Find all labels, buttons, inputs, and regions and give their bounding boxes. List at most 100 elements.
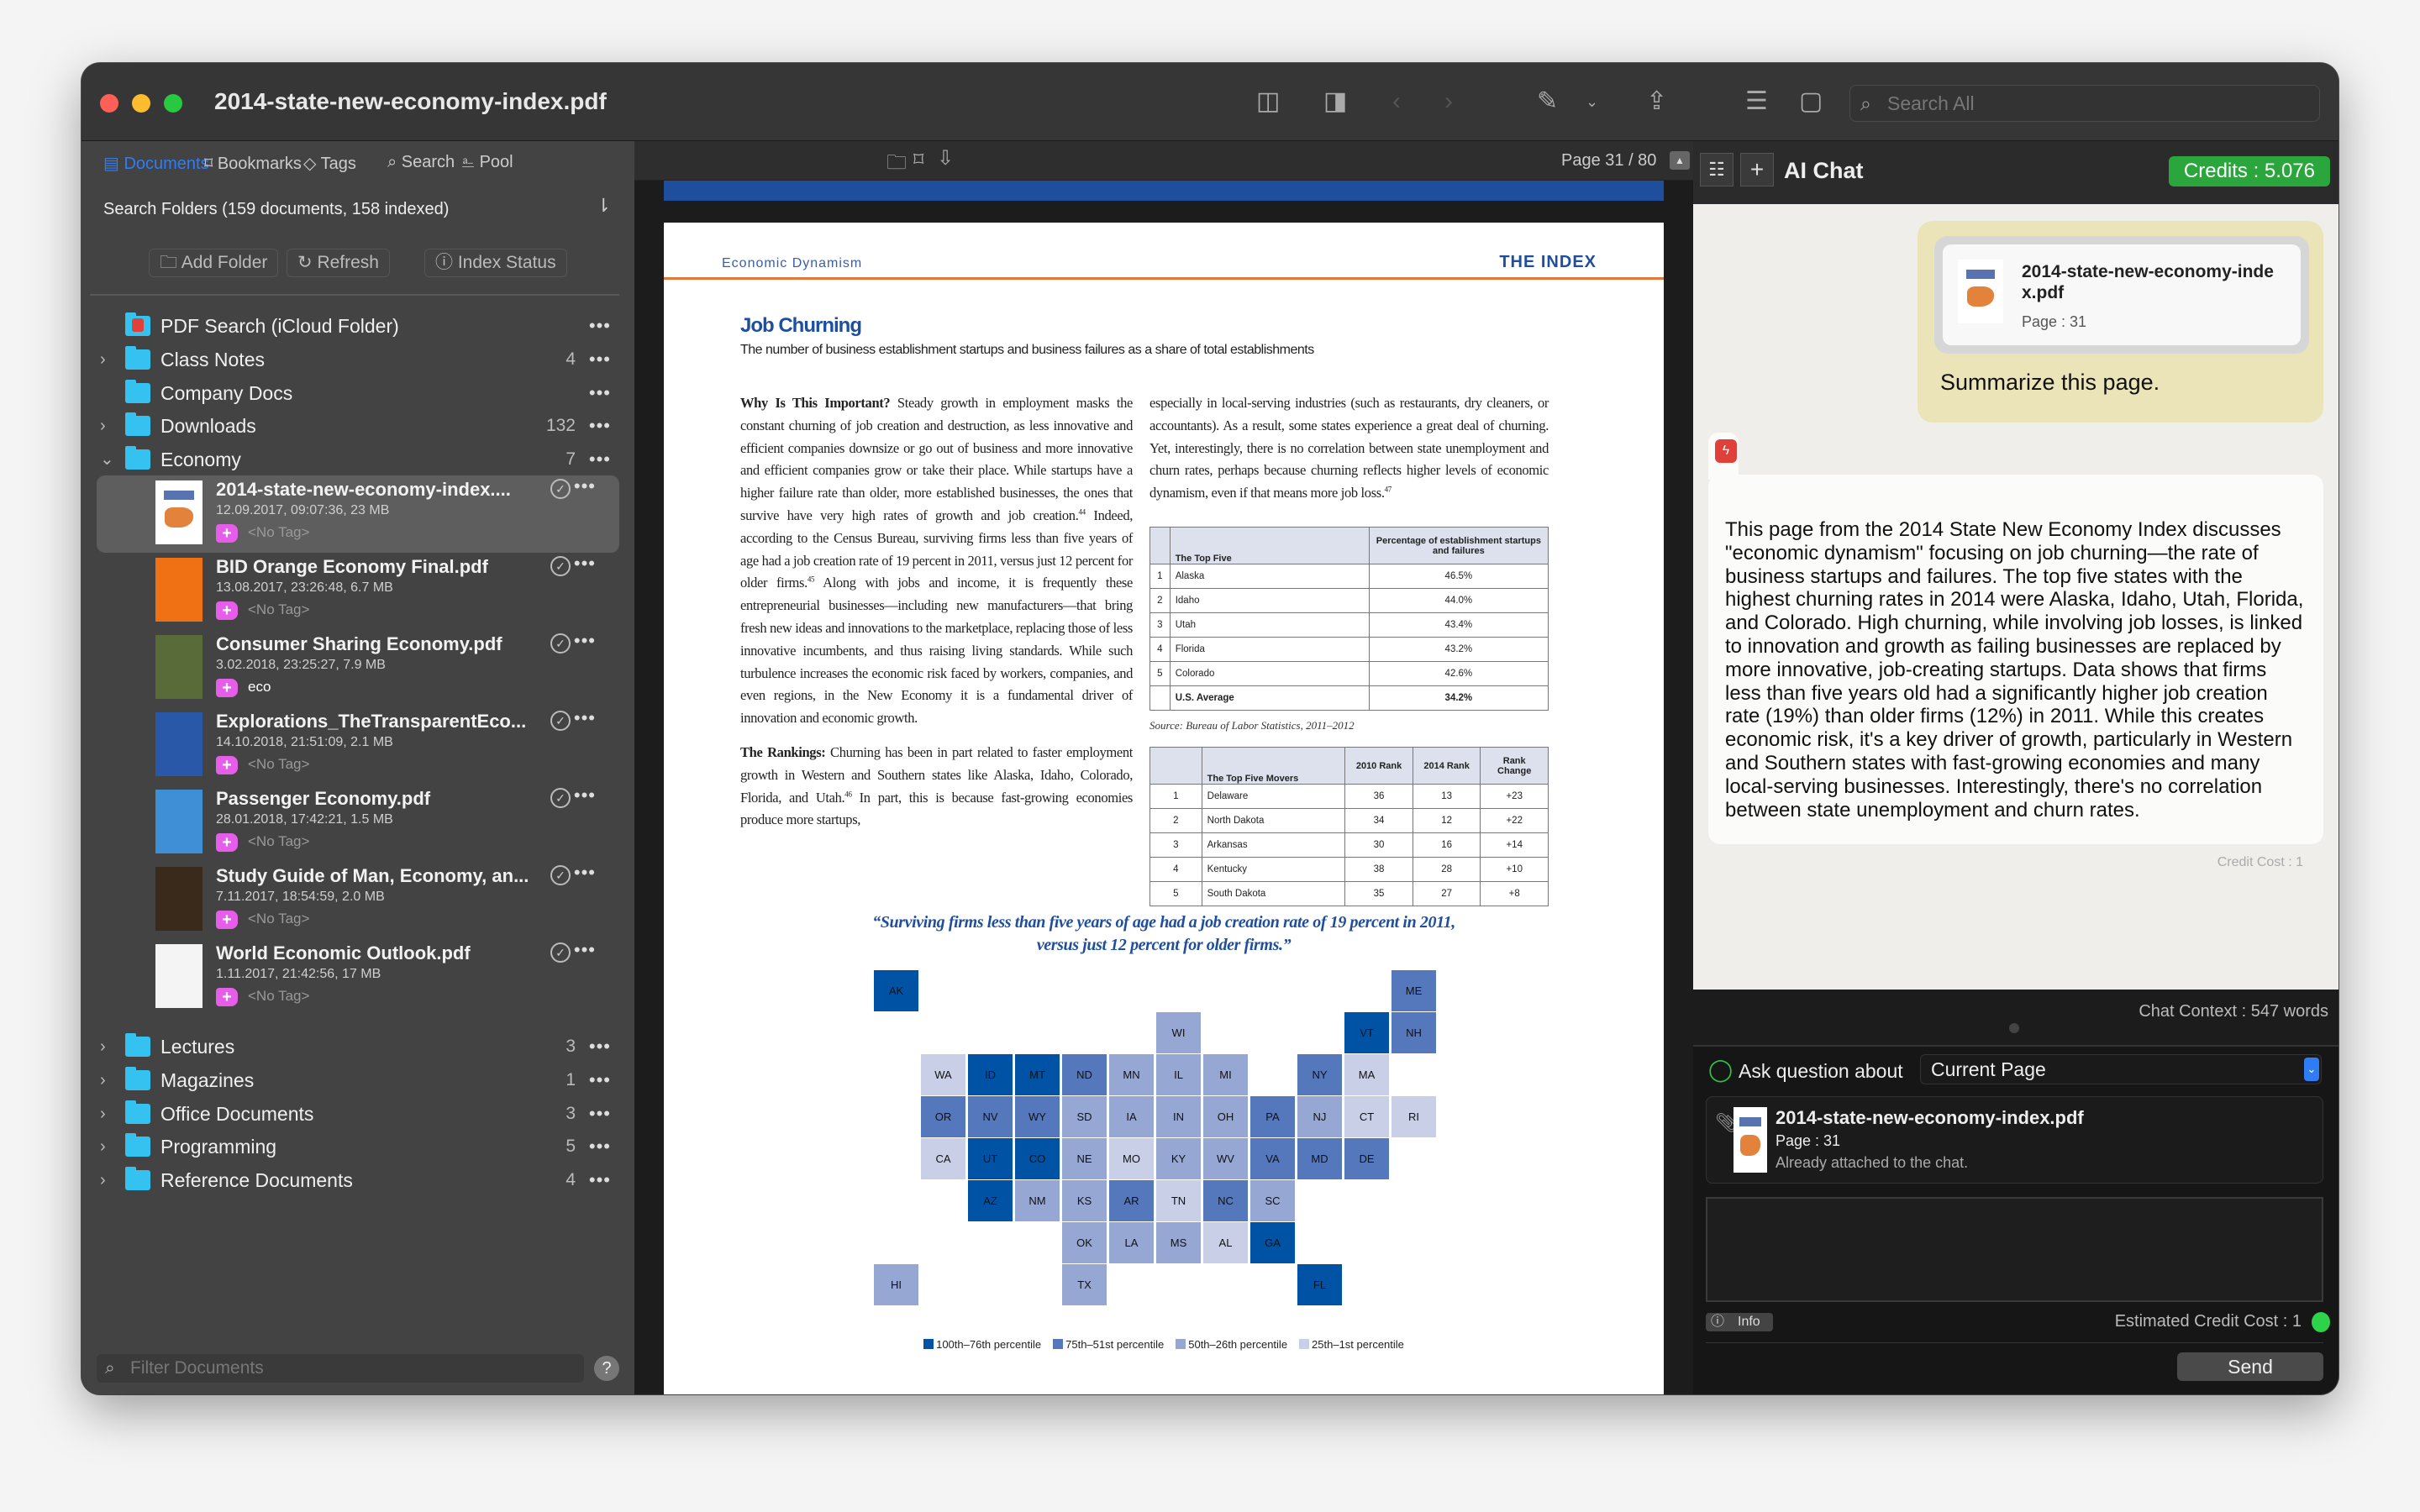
more-icon[interactable]: •••	[589, 1097, 611, 1131]
new-chat-button[interactable]: +	[1740, 153, 1774, 186]
help-button[interactable]: ?	[594, 1356, 619, 1381]
more-icon[interactable]: •••	[589, 1030, 611, 1063]
add-folder-label: Add Folder	[181, 253, 268, 272]
document-item[interactable]: Study Guide of Man, Economy, an... 7.11.2…	[97, 862, 619, 939]
tab-search[interactable]: ⌕ Search	[387, 153, 455, 172]
chevron-right-icon[interactable]: ›	[100, 1030, 106, 1063]
folder-class-notes[interactable]: › Class Notes 4 •••	[82, 343, 634, 376]
search-all-input[interactable]: ⌕ Search All	[1849, 85, 2320, 122]
minimize-button[interactable]	[132, 94, 150, 113]
add-tag-button[interactable]: +	[216, 679, 238, 697]
add-tag-button[interactable]: +	[216, 988, 238, 1006]
split-handle[interactable]	[2009, 1023, 2019, 1033]
document-item[interactable]: World Economic Outlook.pdf 1.11.2017, 21:…	[97, 939, 619, 1016]
folder-company-docs[interactable]: Company Docs •••	[82, 376, 634, 410]
chevron-right-icon[interactable]: ›	[100, 1130, 106, 1163]
more-icon[interactable]: •••	[574, 707, 596, 729]
add-folder-button[interactable]: 🗀 Add Folder	[149, 249, 279, 277]
state-fl: FL	[1297, 1264, 1342, 1305]
table-row: 4 Florida 43.2%	[1150, 637, 1549, 662]
more-icon[interactable]: •••	[574, 630, 596, 652]
scope-select[interactable]: Current Page ⌄	[1920, 1054, 2322, 1084]
more-icon[interactable]: •••	[589, 309, 611, 343]
credits-badge[interactable]: Credits : 5.076	[2168, 156, 2330, 186]
send-button[interactable]: Send	[2177, 1352, 2323, 1381]
document-item[interactable]: Consumer Sharing Economy.pdf 3.02.2018, 2…	[97, 630, 619, 707]
more-icon[interactable]: •••	[589, 376, 611, 410]
chat-message-input[interactable]	[1706, 1197, 2323, 1302]
table-cell: 3	[1150, 612, 1171, 638]
panel-icon[interactable]: ▢	[1799, 87, 1823, 117]
state-sd: SD	[1062, 1096, 1107, 1137]
more-icon[interactable]: •••	[589, 409, 611, 443]
refresh-button[interactable]: ↻ Refresh	[287, 249, 390, 277]
chat-history-icon[interactable]: ☷	[1700, 153, 1733, 186]
add-tag-button[interactable]: +	[216, 601, 238, 620]
add-tag-button[interactable]: +	[216, 756, 238, 774]
folder-reference-documents[interactable]: › Reference Documents 4 •••	[82, 1163, 634, 1197]
folder-lectures[interactable]: › Lectures 3 •••	[82, 1030, 634, 1063]
right-sidebar-toggle-icon[interactable]: ◨	[1323, 87, 1347, 117]
tab-documents[interactable]: ▤ Documents	[103, 153, 209, 174]
tab-pool[interactable]: ⎁ Pool	[461, 153, 513, 172]
folder-label: Magazines	[160, 1068, 255, 1091]
document-item[interactable]: Explorations_TheTransparentEco... 14.10.2…	[97, 707, 619, 785]
document-meta: 28.01.2018, 17:42:21, 1.5 MB	[216, 812, 393, 827]
chevron-right-icon[interactable]: ›	[100, 1097, 106, 1131]
download-tray-icon[interactable]: ⇩	[937, 146, 954, 171]
more-icon[interactable]: •••	[574, 475, 596, 497]
folder-programming[interactable]: › Programming 5 •••	[82, 1130, 634, 1163]
more-icon[interactable]: •••	[589, 343, 611, 376]
document-item[interactable]: Passenger Economy.pdf 28.01.2018, 17:42:2…	[97, 785, 619, 862]
filter-documents-input[interactable]: ⌕ Filter Documents	[97, 1354, 584, 1383]
page-up-button[interactable]: ▲	[1670, 151, 1690, 170]
more-icon[interactable]: •••	[589, 1063, 611, 1097]
table-cell: +10	[1480, 857, 1549, 882]
more-icon[interactable]: •••	[574, 939, 596, 961]
more-icon[interactable]: •••	[589, 1130, 611, 1163]
sort-icon[interactable]: ⇂	[596, 195, 611, 217]
chevron-down-icon[interactable]: ⌄	[100, 443, 114, 476]
more-icon[interactable]: •••	[589, 1163, 611, 1197]
chevron-down-icon[interactable]: ⌄	[1586, 87, 1598, 117]
document-item[interactable]: BID Orange Economy Final.pdf 13.08.2017, …	[97, 553, 619, 630]
chevron-right-icon[interactable]: ›	[100, 409, 106, 443]
bookmark-icon[interactable]: ⌑	[913, 148, 923, 172]
chevron-right-icon[interactable]: ›	[100, 343, 106, 376]
table-cell: 27	[1412, 881, 1481, 906]
index-status-button[interactable]: ⓘ Index Status	[424, 249, 567, 277]
close-button[interactable]	[100, 94, 118, 113]
add-tag-button[interactable]: +	[216, 524, 238, 543]
folder-office-documents[interactable]: › Office Documents 3 •••	[82, 1097, 634, 1131]
more-icon[interactable]: •••	[589, 443, 611, 476]
chevron-right-icon[interactable]: ›	[100, 1063, 106, 1097]
table-row: 4 Kentucky 38 28 +10	[1150, 857, 1549, 882]
us-map: AK ME WI VT NH WA ID MT ND MN IL MI NY MA OR NV WY SD IA IN…	[874, 970, 1454, 1306]
table-header-row: The Top Five Percentage of establishment …	[1150, 527, 1549, 564]
share-icon[interactable]: ⇪	[1646, 87, 1667, 117]
annotate-pen-icon[interactable]: ✎	[1537, 87, 1558, 117]
tab-tags[interactable]: ◇ Tags	[303, 153, 356, 174]
folder-label: Programming	[160, 1136, 277, 1158]
info-button[interactable]: ⓘ Info	[1706, 1313, 1773, 1331]
more-icon[interactable]: •••	[574, 862, 596, 884]
folder-economy[interactable]: ⌄ Economy 7 •••	[82, 443, 634, 476]
folder-downloads[interactable]: › Downloads 132 •••	[82, 409, 634, 443]
document-item[interactable]: 2014-state-new-economy-index.... 12.09.20…	[97, 475, 619, 553]
list-icon[interactable]: ☰	[1745, 87, 1768, 117]
forward-icon[interactable]: ›	[1444, 87, 1453, 117]
left-sidebar-toggle-icon[interactable]: ◫	[1256, 87, 1280, 117]
back-icon[interactable]: ‹	[1392, 87, 1401, 117]
more-icon[interactable]: •••	[574, 785, 596, 806]
more-icon[interactable]: •••	[574, 553, 596, 575]
folder-magazines[interactable]: › Magazines 1 •••	[82, 1063, 634, 1097]
add-tag-button[interactable]: +	[216, 833, 238, 852]
folder-icon[interactable]: 🗀	[886, 148, 907, 182]
chevron-right-icon[interactable]: ›	[100, 1163, 106, 1197]
tab-bookmarks[interactable]: ⌑ Bookmarks	[204, 153, 302, 174]
folder-label: PDF Search (iCloud Folder)	[160, 315, 399, 337]
attachment-card[interactable]: 2014-state-new-economy-inde x.pdf Page :…	[1934, 236, 2309, 354]
zoom-button[interactable]	[164, 94, 182, 113]
add-tag-button[interactable]: +	[216, 911, 238, 929]
folder-pdf-search-icloud-folder-[interactable]: PDF Search (iCloud Folder) •••	[82, 309, 634, 343]
